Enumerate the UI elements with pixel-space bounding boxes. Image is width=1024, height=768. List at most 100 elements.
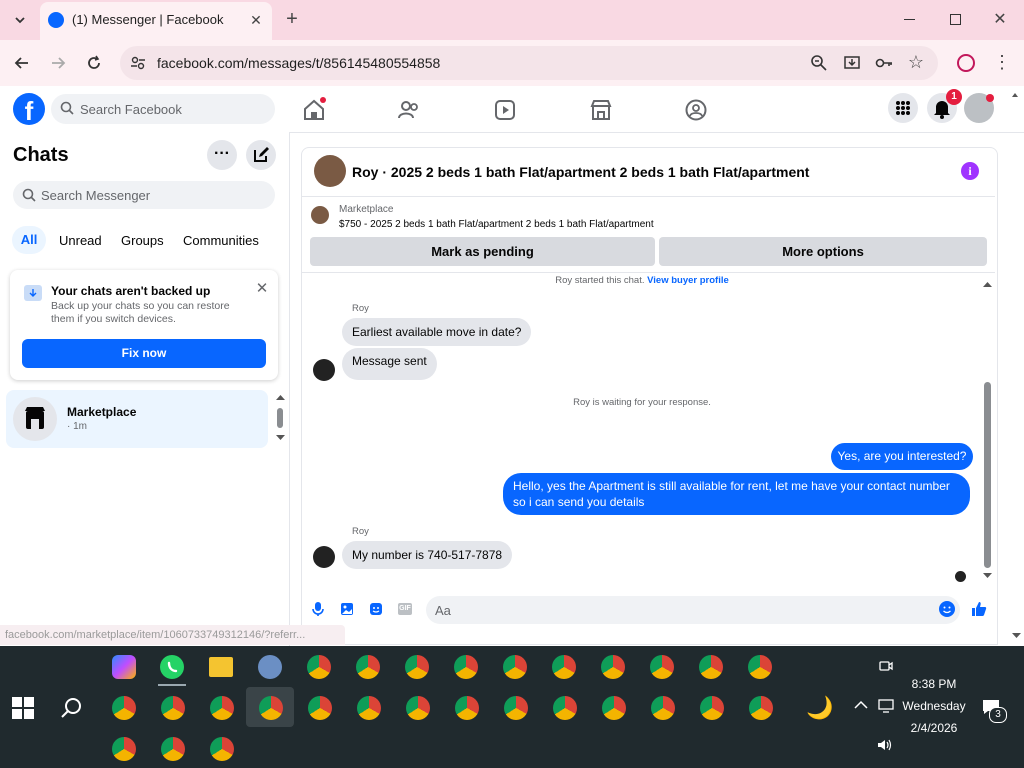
show-hidden-icons-chevron-icon[interactable]: [854, 700, 868, 710]
whatsapp-icon[interactable]: [160, 655, 184, 679]
chrome-profile-icon[interactable]: [112, 737, 136, 761]
marketplace-nav-icon[interactable]: [587, 96, 615, 124]
listing-photo-avatar[interactable]: [314, 155, 346, 187]
taskbar-day[interactable]: Wednesday: [896, 699, 972, 713]
taskbar-search-icon[interactable]: [60, 696, 84, 720]
facebook-logo-icon[interactable]: f: [13, 93, 45, 126]
friends-nav-icon[interactable]: [395, 96, 423, 124]
chrome-profile-icon[interactable]: [552, 655, 576, 679]
site-info-icon[interactable]: [128, 53, 148, 73]
view-buyer-profile-link[interactable]: View buyer profile: [647, 275, 729, 286]
new-message-button[interactable]: [246, 140, 276, 170]
photo-icon[interactable]: [340, 602, 354, 616]
chrome-profile-icon[interactable]: [308, 696, 332, 720]
back-arrow-icon[interactable]: [12, 53, 32, 73]
chrome-profile-icon[interactable]: [307, 655, 331, 679]
listing-thumbnail[interactable]: [311, 206, 329, 224]
messenger-search-input[interactable]: Search Messenger: [13, 181, 275, 209]
taskbar-time[interactable]: 8:38 PM: [900, 677, 968, 691]
chrome-profile-icon[interactable]: [601, 655, 625, 679]
message-input[interactable]: Aa: [426, 596, 960, 624]
new-tab-icon[interactable]: +: [282, 9, 302, 29]
fix-now-button[interactable]: Fix now: [22, 339, 266, 368]
incoming-message[interactable]: My number is 740-517-7878: [342, 541, 513, 569]
sidebar-scrollbar-thumb[interactable]: [277, 408, 283, 428]
chrome-profile-icon[interactable]: [356, 655, 380, 679]
reload-icon[interactable]: [84, 53, 104, 73]
minimize-icon[interactable]: [904, 19, 915, 20]
password-key-icon[interactable]: [874, 53, 894, 73]
chrome-profile-icon[interactable]: [651, 696, 675, 720]
page-scroll-up-icon[interactable]: [1012, 92, 1018, 100]
info-icon[interactable]: i: [961, 162, 979, 180]
tab-search-chevron-icon[interactable]: [10, 10, 30, 30]
outgoing-message[interactable]: Hello, yes the Apartment is still availa…: [503, 473, 970, 515]
sticker-icon[interactable]: [369, 602, 383, 616]
close-window-icon[interactable]: ✕: [990, 10, 1010, 30]
volume-icon[interactable]: [877, 738, 893, 752]
install-app-icon[interactable]: [842, 53, 862, 73]
night-light-moon-icon[interactable]: 🌙: [806, 695, 833, 721]
facebook-search-input[interactable]: Search Facebook: [51, 94, 275, 124]
profile-icon[interactable]: [957, 54, 975, 72]
roy-avatar[interactable]: [313, 359, 335, 381]
chrome-profile-icon[interactable]: [749, 696, 773, 720]
url-text[interactable]: facebook.com/messages/t/856145480554858: [157, 55, 440, 71]
mark-as-pending-button[interactable]: Mark as pending: [310, 237, 655, 266]
chrome-profile-icon[interactable]: [161, 737, 185, 761]
incoming-message[interactable]: Earliest available move in date?: [342, 318, 532, 346]
chrome-profile-icon[interactable]: [650, 655, 674, 679]
chrome-profile-icon[interactable]: [210, 696, 234, 720]
chrome-profile-icon[interactable]: [405, 655, 429, 679]
chrome-profile-icon[interactable]: [699, 655, 723, 679]
page-scroll-down-icon[interactable]: [1012, 632, 1021, 639]
file-explorer-icon[interactable]: [209, 657, 233, 677]
menu-grid-button[interactable]: [888, 93, 918, 123]
incoming-message[interactable]: Message sent: [342, 348, 437, 380]
chrome-profile-icon[interactable]: [210, 737, 234, 761]
chrome-profile-icon[interactable]: [455, 696, 479, 720]
snipping-tool-icon[interactable]: [258, 655, 282, 679]
thumbs-up-icon[interactable]: [970, 600, 988, 618]
chrome-profile-icon[interactable]: [602, 696, 626, 720]
outgoing-message[interactable]: Yes, are you interested?: [831, 443, 973, 470]
copilot-icon[interactable]: [112, 655, 136, 679]
chrome-profile-icon[interactable]: [406, 696, 430, 720]
meet-now-icon[interactable]: [879, 659, 893, 673]
browser-menu-icon[interactable]: ⋮: [992, 52, 1012, 72]
chat-options-button[interactable]: ···: [207, 140, 237, 170]
taskbar-date[interactable]: 2/4/2026: [900, 721, 968, 735]
filter-all[interactable]: All: [12, 226, 46, 254]
gif-icon[interactable]: GIF: [398, 603, 412, 615]
convo-scroll-down-icon[interactable]: [983, 572, 992, 579]
filter-unread[interactable]: Unread: [59, 233, 102, 248]
restore-icon[interactable]: [950, 14, 961, 25]
chrome-profile-icon[interactable]: [553, 696, 577, 720]
more-options-button[interactable]: More options: [659, 237, 987, 266]
network-icon[interactable]: [878, 699, 894, 713]
listing-price-title[interactable]: $750 - 2025 2 beds 1 bath Flat/apartment…: [339, 219, 654, 230]
forward-arrow-icon[interactable]: [48, 53, 68, 73]
close-tab-icon[interactable]: ✕: [246, 10, 266, 30]
conversation-scrollbar-thumb[interactable]: [984, 382, 991, 568]
chrome-profile-icon[interactable]: [700, 696, 724, 720]
video-nav-icon[interactable]: [491, 96, 519, 124]
sidebar-scroll-down-icon[interactable]: [276, 434, 285, 441]
chrome-profile-icon[interactable]: [454, 655, 478, 679]
emoji-icon[interactable]: [939, 601, 955, 617]
chrome-profile-icon[interactable]: [357, 696, 381, 720]
chrome-profile-icon[interactable]: [503, 655, 527, 679]
chrome-profile-icon[interactable]: [504, 696, 528, 720]
chrome-profile-icon[interactable]: [161, 696, 185, 720]
filter-groups[interactable]: Groups: [121, 233, 164, 248]
sidebar-scroll-up-icon[interactable]: [276, 394, 285, 401]
filter-communities[interactable]: Communities: [183, 233, 259, 248]
chrome-profile-icon[interactable]: [112, 696, 136, 720]
roy-avatar[interactable]: [313, 546, 335, 568]
close-banner-icon[interactable]: ✕: [253, 279, 271, 299]
microphone-icon[interactable]: [311, 601, 325, 617]
convo-scroll-up-icon[interactable]: [983, 281, 992, 288]
groups-nav-icon[interactable]: [682, 96, 710, 124]
zoom-icon[interactable]: [809, 53, 829, 73]
chrome-profile-icon[interactable]: [748, 655, 772, 679]
